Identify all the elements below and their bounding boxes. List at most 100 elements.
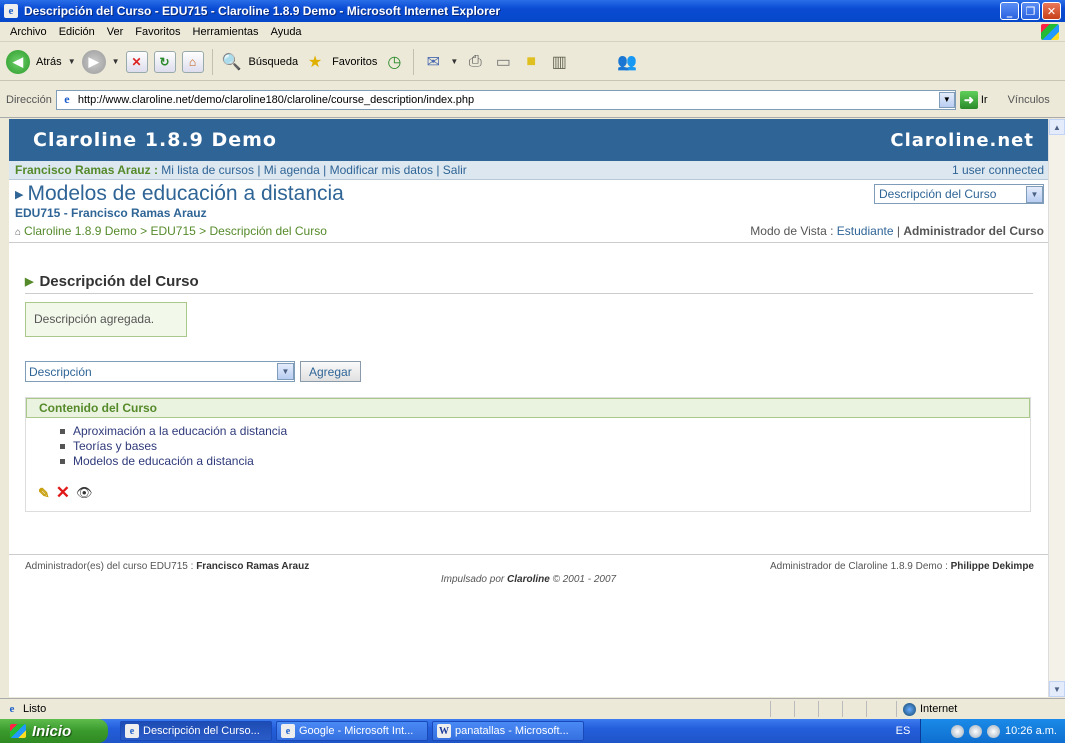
restore-button[interactable]: ❐	[1021, 2, 1040, 20]
status-text: Listo	[23, 702, 47, 715]
forward-dropdown-icon[interactable]: ▼	[112, 57, 120, 66]
menu-edicion[interactable]: Edición	[53, 26, 101, 38]
site-banner: Claroline 1.8.9 Demo Claroline.net	[9, 119, 1048, 161]
system-tray: ES 10:26 a.m.	[886, 719, 1065, 743]
footer-platform-admin-name[interactable]: Philippe Dekimpe	[951, 561, 1034, 572]
triangle-icon: ▶	[25, 276, 34, 288]
edit-pencil-icon[interactable]: ✎	[38, 485, 50, 502]
windows-logo-icon	[1041, 24, 1059, 40]
footer-course-admin-name[interactable]: Francisco Ramas Arauz	[196, 561, 309, 572]
page-icon: e	[64, 92, 70, 106]
site-name[interactable]: Claroline 1.8.9 Demo	[33, 129, 277, 151]
back-dropdown-icon[interactable]: ▼	[68, 57, 76, 66]
notification-area: 10:26 a.m.	[920, 719, 1065, 743]
add-button[interactable]: Agregar	[300, 361, 361, 382]
edit-page-icon[interactable]: ▭	[492, 51, 514, 73]
menu-herramientas[interactable]: Herramientas	[187, 26, 265, 38]
address-dropdown-icon[interactable]: ▼	[938, 91, 955, 108]
mail-icon[interactable]: ✉	[422, 51, 444, 73]
messenger-tray-icon[interactable]	[951, 724, 965, 738]
view-mode-student[interactable]: Estudiante	[837, 224, 894, 238]
network-tray-icon[interactable]	[969, 724, 983, 738]
menu-favoritos[interactable]: Favoritos	[129, 26, 186, 38]
breadcrumb-bar: ⌂ Claroline 1.8.9 Demo > EDU715 > Descrip…	[9, 220, 1048, 243]
menu-archivo[interactable]: Archivo	[4, 26, 53, 38]
visibility-eye-icon[interactable]: 👁	[76, 485, 93, 501]
zone-text: Internet	[920, 703, 958, 715]
go-button[interactable]: ➜ Ir	[959, 90, 988, 109]
scroll-down-icon[interactable]: ▼	[1049, 681, 1065, 697]
home-icon: ⌂	[15, 227, 22, 238]
favorites-button-label[interactable]: Favoritos	[332, 56, 377, 68]
start-button[interactable]: Inicio	[0, 719, 108, 743]
tool-select[interactable]: Descripción del Curso ▼	[874, 184, 1044, 204]
research-icon[interactable]: ▥	[548, 51, 570, 73]
task-google[interactable]: e Google - Microsoft Int...	[276, 721, 428, 741]
course-title[interactable]: Modelos de educación a distancia	[27, 182, 343, 206]
notes-icon[interactable]: ■	[520, 51, 542, 73]
messenger-icon[interactable]: 👥	[616, 51, 638, 73]
status-cell	[866, 701, 890, 717]
window-left-edge	[0, 119, 9, 697]
breadcrumb-tool[interactable]: Descripción del Curso	[210, 224, 327, 238]
link-logout[interactable]: Salir	[443, 163, 467, 177]
address-input[interactable]: e http://www.claroline.net/demo/clarolin…	[55, 89, 956, 110]
list-item: Modelos de educación a distancia	[60, 454, 1030, 469]
print-icon[interactable]: ⎙	[464, 51, 486, 73]
clock[interactable]: 10:26 a.m.	[1005, 725, 1057, 737]
ie-icon: e	[125, 724, 139, 738]
menu-ayuda[interactable]: Ayuda	[265, 26, 308, 38]
back-arrow-icon[interactable]: ◀	[6, 49, 30, 74]
breadcrumb-course[interactable]: EDU715	[150, 224, 195, 238]
mail-dropdown-icon[interactable]: ▼	[450, 57, 458, 66]
forward-arrow-icon[interactable]: ▶	[81, 49, 106, 74]
ie-icon: e	[281, 724, 295, 738]
home-icon[interactable]: ⌂	[181, 50, 204, 73]
link-my-courses[interactable]: Mi lista de cursos	[161, 163, 254, 177]
task-word[interactable]: W panatallas - Microsoft...	[432, 721, 584, 741]
security-tray-icon[interactable]	[987, 724, 1001, 738]
user-name-separator: :	[150, 163, 162, 177]
toolbar-separator	[413, 48, 415, 75]
chevron-down-icon[interactable]: ▼	[1026, 185, 1043, 203]
history-icon[interactable]: ◷	[383, 51, 405, 73]
footer-powered-brand[interactable]: Claroline	[507, 574, 550, 585]
page-viewport: Claroline 1.8.9 Demo Claroline.net Franc…	[9, 119, 1048, 697]
institution-name[interactable]: Claroline.net	[890, 130, 1034, 151]
user-name: Francisco Ramas Arauz	[15, 163, 151, 177]
minimize-button[interactable]: _	[1000, 2, 1019, 20]
list-item-text: Modelos de educación a distancia	[73, 454, 254, 468]
description-type-select[interactable]: Descripción ▼	[25, 361, 295, 382]
close-button[interactable]: ✕	[1042, 2, 1061, 20]
link-edit-profile[interactable]: Modificar mis datos	[330, 163, 433, 177]
refresh-icon[interactable]: ↻	[153, 50, 176, 73]
delete-icon[interactable]: ✕	[56, 483, 70, 503]
security-zone[interactable]: Internet	[896, 701, 957, 717]
status-bar: e Listo Internet	[0, 698, 1065, 718]
task-descripcion-curso[interactable]: e Descripción del Curso...	[120, 721, 272, 741]
description-actions: ✎ ✕ 👁	[26, 469, 1030, 511]
vertical-scrollbar[interactable]: ▲ ▼	[1048, 119, 1065, 697]
globe-icon	[903, 702, 916, 716]
back-button-label[interactable]: Atrás	[36, 56, 62, 68]
section-title: ▶ Descripción del Curso	[25, 273, 1033, 294]
scroll-up-icon[interactable]: ▲	[1049, 119, 1065, 135]
user-bar: Francisco Ramas Arauz : Mi lista de curs…	[9, 161, 1048, 180]
address-url[interactable]: http://www.claroline.net/demo/claroline1…	[78, 94, 939, 106]
chevron-down-icon[interactable]: ▼	[277, 363, 294, 380]
windows-flag-icon	[10, 724, 26, 738]
breadcrumb-site[interactable]: Claroline 1.8.9 Demo	[24, 224, 137, 238]
search-icon[interactable]: 🔍	[221, 51, 243, 73]
footer-course-admin-label: Administrador(es) del curso EDU715 :	[25, 561, 197, 572]
stop-icon[interactable]: ✕	[125, 50, 148, 73]
user-menu: Francisco Ramas Arauz : Mi lista de curs…	[15, 163, 467, 177]
tool-select-value: Descripción del Curso	[879, 187, 997, 201]
link-my-agenda[interactable]: Mi agenda	[264, 163, 320, 177]
favorites-star-icon[interactable]: ★	[304, 51, 326, 73]
menu-ver[interactable]: Ver	[101, 26, 130, 38]
search-button-label[interactable]: Búsqueda	[249, 56, 299, 68]
users-connected[interactable]: 1 user connected	[952, 163, 1044, 177]
links-toolbar[interactable]: Vínculos	[1008, 94, 1050, 106]
language-indicator[interactable]: ES	[886, 719, 920, 743]
window-title-bar[interactable]: e Descripción del Curso - EDU715 - Claro…	[0, 0, 1065, 22]
